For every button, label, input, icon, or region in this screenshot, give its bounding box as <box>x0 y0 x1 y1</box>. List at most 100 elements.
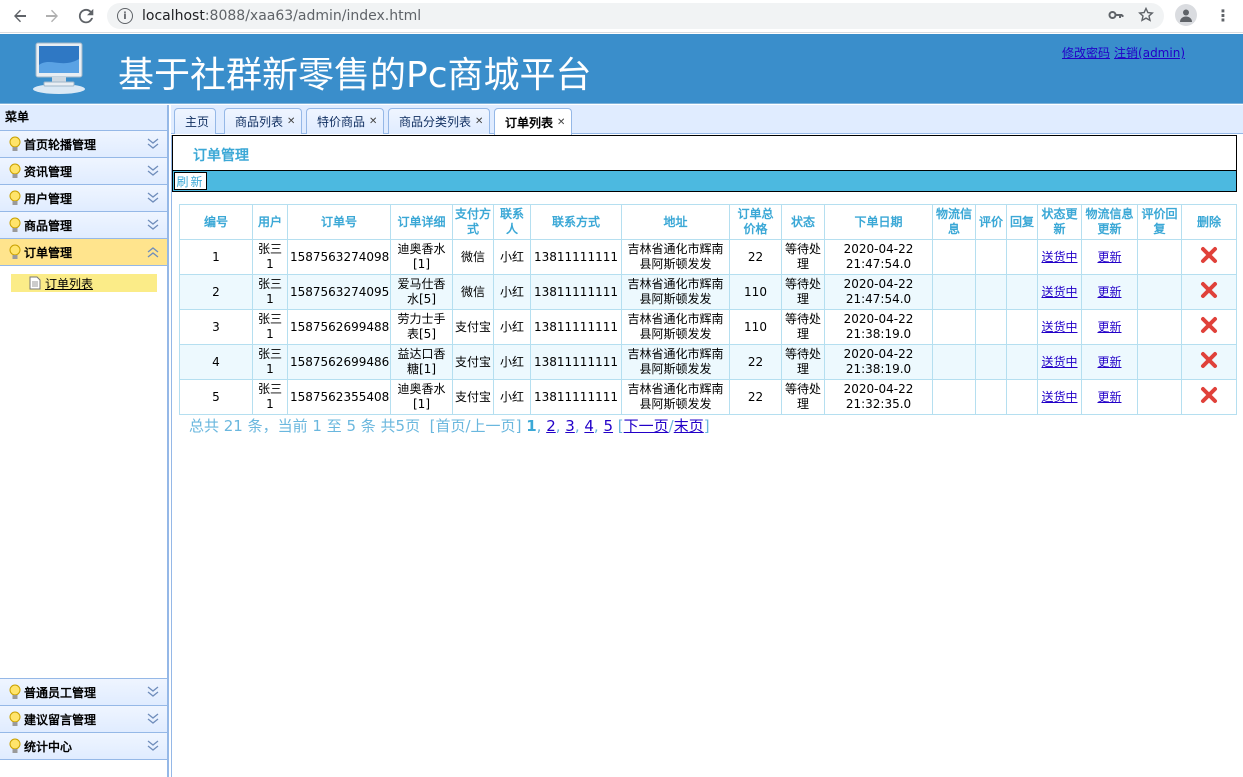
forward-arrow-icon[interactable] <box>40 4 64 28</box>
column-header: 评价 <box>975 204 1007 240</box>
tab-home[interactable]: 主页 <box>174 108 217 134</box>
delete-cell <box>1181 239 1237 275</box>
logistics-update-link[interactable]: 更新 <box>1097 390 1121 404</box>
table-cell: 吉林省通化市辉南县阿斯顿发发 <box>621 379 730 415</box>
sidebar-item-staff[interactable]: 普通员工管理 <box>0 679 167 706</box>
tab-bar: 主页 商品列表 ✕ 特价商品 ✕ 商品分类列表 ✕ 订单列表 ✕ <box>171 105 1243 135</box>
status-update-link[interactable]: 送货中 <box>1041 250 1077 264</box>
table-cell <box>975 309 1007 345</box>
double-chevron-down-icon[interactable] <box>147 164 159 178</box>
sidebar-item-banner[interactable]: 首页轮播管理 <box>0 131 167 158</box>
double-chevron-down-icon[interactable] <box>147 685 159 699</box>
close-icon[interactable]: ✕ <box>287 116 295 127</box>
table-cell: 3 <box>179 309 253 345</box>
action-cell: 送货中 <box>1037 274 1082 310</box>
sidebar-item-statistics[interactable]: 统计中心 <box>0 733 167 760</box>
pager-current: 1 <box>526 417 537 435</box>
reload-icon[interactable] <box>74 4 98 28</box>
table-cell <box>975 239 1007 275</box>
sidebar-item-news[interactable]: 资讯管理 <box>0 158 167 185</box>
back-arrow-icon[interactable] <box>8 4 32 28</box>
double-chevron-down-icon[interactable] <box>147 712 159 726</box>
browser-toolbar: i localhost:8088/xaa63/admin/index.html … <box>0 0 1243 33</box>
close-icon[interactable]: ✕ <box>369 116 377 127</box>
site-info-icon[interactable]: i <box>117 8 133 24</box>
tab-special-products[interactable]: 特价商品 ✕ <box>306 108 385 134</box>
table-row: 3 张三1 1587562699488 劳力士手表[5] 支付宝 小红 1381111111… <box>179 309 1237 345</box>
sidebar-item-feedback[interactable]: 建议留言管理 <box>0 706 167 733</box>
tab-order-list[interactable]: 订单列表 ✕ <box>494 108 573 135</box>
table-cell: 吉林省通化市辉南县阿斯顿发发 <box>621 309 730 345</box>
table-cell <box>1137 274 1182 310</box>
table-cell: 1587562699488 <box>287 309 391 345</box>
sidebar-item-users[interactable]: 用户管理 <box>0 185 167 212</box>
status-update-link[interactable]: 送货中 <box>1041 285 1077 299</box>
delete-x-icon[interactable] <box>1200 386 1218 404</box>
double-chevron-down-icon[interactable] <box>147 137 159 151</box>
tab-label: 商品列表 <box>235 115 284 129</box>
pagination: 总共 21 条，当前 1 至 5 条 共5页 [首页/上一页] 1, 2, 3,… <box>189 417 710 435</box>
table-cell: 微信 <box>452 239 494 275</box>
close-icon[interactable]: ✕ <box>475 116 483 127</box>
tab-category-list[interactable]: 商品分类列表 ✕ <box>388 108 491 134</box>
status-update-link[interactable]: 送货中 <box>1041 355 1077 369</box>
table-cell: 吉林省通化市辉南县阿斯顿发发 <box>621 274 730 310</box>
bulb-icon <box>9 190 21 205</box>
table-cell: 张三1 <box>252 379 288 415</box>
table-cell: 1587562355408 <box>287 379 391 415</box>
table-cell: 2 <box>179 274 253 310</box>
logistics-update-link[interactable]: 更新 <box>1097 355 1121 369</box>
action-cell: 更新 <box>1081 309 1138 345</box>
orders-submenu: 订单列表 <box>0 266 167 679</box>
double-chevron-up-icon[interactable] <box>147 245 159 259</box>
tab-product-list[interactable]: 商品列表 ✕ <box>224 108 303 134</box>
table-cell: 等待处理 <box>781 344 825 380</box>
pager-page-link[interactable]: 3 <box>565 417 575 435</box>
action-cell: 送货中 <box>1037 309 1082 345</box>
logistics-update-link[interactable]: 更新 <box>1097 285 1121 299</box>
column-header: 状态更新 <box>1037 204 1082 240</box>
pager-page-link[interactable]: 5 <box>603 417 613 435</box>
table-cell: 13811111111 <box>530 239 622 275</box>
table-cell: 益达口香糖[1] <box>390 344 453 380</box>
pager-next-link[interactable]: 下一页 <box>624 417 669 435</box>
key-icon[interactable] <box>1108 7 1124 27</box>
status-update-link[interactable]: 送货中 <box>1041 390 1077 404</box>
delete-x-icon[interactable] <box>1200 281 1218 299</box>
pager-page-link[interactable]: 2 <box>546 417 556 435</box>
logistics-update-link[interactable]: 更新 <box>1097 320 1121 334</box>
profile-avatar-icon[interactable] <box>1175 4 1197 26</box>
sidebar-item-orders[interactable]: 订单管理 <box>0 239 167 266</box>
change-password-link[interactable]: 修改密码 <box>1062 46 1110 60</box>
table-cell <box>932 274 976 310</box>
pager-last-link[interactable]: 末页 <box>674 417 704 435</box>
panel-header: 订单管理 <box>172 135 1237 171</box>
status-update-link[interactable]: 送货中 <box>1041 320 1077 334</box>
logistics-update-link[interactable]: 更新 <box>1097 250 1121 264</box>
address-bar[interactable]: i localhost:8088/xaa63/admin/index.html <box>107 3 1164 29</box>
sidebar-item-products[interactable]: 商品管理 <box>0 212 167 239</box>
close-icon[interactable]: ✕ <box>557 117 565 128</box>
star-icon[interactable] <box>1138 6 1154 27</box>
submenu-item-order-list[interactable]: 订单列表 <box>11 274 157 292</box>
table-cell: 张三1 <box>252 274 288 310</box>
delete-x-icon[interactable] <box>1200 246 1218 264</box>
table-cell: 13811111111 <box>530 274 622 310</box>
refresh-button[interactable]: 刷新 <box>174 172 207 190</box>
column-header: 下单日期 <box>824 204 933 240</box>
table-cell <box>1137 344 1182 380</box>
table-cell: 等待处理 <box>781 239 825 275</box>
delete-x-icon[interactable] <box>1200 316 1218 334</box>
logout-link[interactable]: 注销(admin) <box>1114 46 1185 60</box>
double-chevron-down-icon[interactable] <box>147 191 159 205</box>
kebab-menu-icon[interactable]: ⋮ <box>1215 6 1231 25</box>
table-cell: 2020-04-22 21:47:54.0 <box>824 239 933 275</box>
double-chevron-down-icon[interactable] <box>147 218 159 232</box>
table-cell <box>1006 309 1038 345</box>
table-cell <box>1137 309 1182 345</box>
double-chevron-down-icon[interactable] <box>147 739 159 753</box>
orders-table: 编号 用户 订单号 订单详细 支付方式 联系人 联系方式 地址 订单总价格 状态 下单日期 物流信息评… <box>179 204 1237 415</box>
pager-separator: , <box>536 417 547 435</box>
delete-x-icon[interactable] <box>1200 351 1218 369</box>
pager-page-link[interactable]: 4 <box>584 417 594 435</box>
